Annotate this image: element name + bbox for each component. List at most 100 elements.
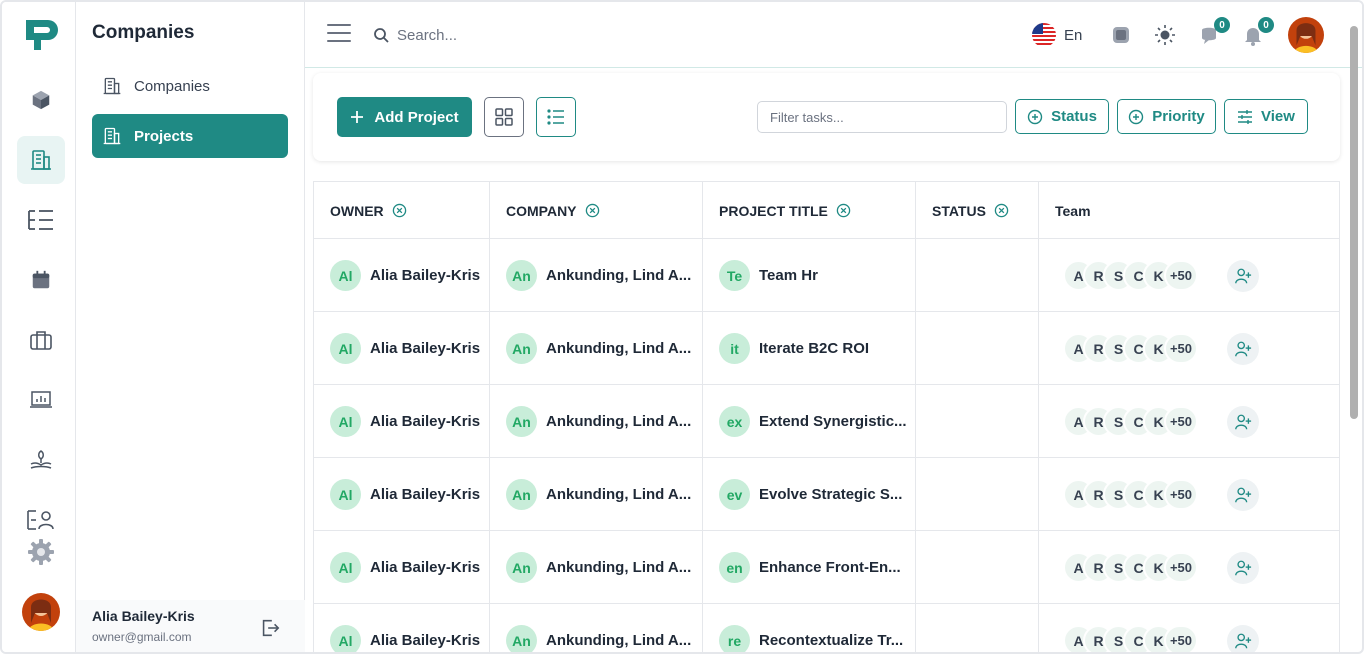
logo-icon[interactable]: [24, 18, 58, 52]
team-cell: A R S C K +50: [1039, 458, 1339, 531]
priority-filter-label: Priority: [1152, 108, 1205, 125]
column-team: Team: [1039, 182, 1339, 239]
project-avatar: ex: [719, 406, 750, 437]
us-flag-icon: [1032, 23, 1056, 47]
status-cell: [916, 239, 1039, 312]
priority-filter-button[interactable]: Priority: [1117, 99, 1216, 134]
table-row[interactable]: Al Alia Bailey-Kris An Ankunding, Lind A...…: [314, 458, 1339, 531]
project-title-cell: en Enhance Front-En...: [703, 531, 916, 604]
project-avatar: re: [719, 625, 750, 652]
owner-name: Alia Bailey-Kris: [370, 559, 481, 576]
team-avatars: A R S C K +50: [1063, 333, 1198, 364]
add-member-button[interactable]: [1227, 624, 1259, 652]
add-member-button[interactable]: [1227, 259, 1259, 292]
sliders-icon: [1238, 109, 1253, 124]
team-more-count[interactable]: +50: [1164, 625, 1198, 652]
add-user-icon: [1235, 633, 1252, 648]
team-avatars: A R S C K +50: [1063, 552, 1198, 583]
team-cell: A R S C K +50: [1039, 239, 1339, 312]
rail-settings[interactable]: [17, 528, 65, 576]
logout-icon[interactable]: [259, 617, 281, 639]
status-cell: [916, 604, 1039, 652]
language-label: En: [1064, 26, 1083, 44]
company-cell: An Ankunding, Lind A...: [490, 385, 703, 458]
rail-tree-list[interactable]: [17, 196, 65, 244]
language-selector[interactable]: En: [1032, 23, 1082, 47]
add-member-button[interactable]: [1227, 405, 1259, 438]
owner-cell: Al Alia Bailey-Kris: [314, 531, 490, 604]
menu-toggle-icon[interactable]: [327, 24, 351, 46]
project-avatar: it: [719, 333, 750, 364]
filter-tasks-input[interactable]: [757, 101, 1007, 133]
project-title[interactable]: Enhance Front-En...: [759, 559, 901, 576]
column-status-label: STATUS: [932, 202, 986, 219]
status-filter-button[interactable]: Status: [1015, 99, 1109, 134]
table-row[interactable]: Al Alia Bailey-Kris An Ankunding, Lind A...…: [314, 312, 1339, 385]
add-member-button[interactable]: [1227, 332, 1259, 365]
messages-button[interactable]: 0: [1198, 17, 1230, 46]
project-title-cell: ex Extend Synergistic...: [703, 385, 916, 458]
rail-calendar[interactable]: [17, 256, 65, 304]
company-avatar: An: [506, 552, 537, 583]
project-title[interactable]: Extend Synergistic...: [759, 413, 907, 430]
list-icon: [547, 109, 564, 125]
rail-hand-plant[interactable]: [17, 436, 65, 484]
close-circle-icon[interactable]: [836, 203, 851, 218]
table-row[interactable]: Al Alia Bailey-Kris An Ankunding, Lind A...…: [314, 385, 1339, 458]
project-title[interactable]: Iterate B2C ROI: [759, 340, 869, 357]
close-circle-icon[interactable]: [392, 203, 407, 218]
project-title[interactable]: Evolve Strategic S...: [759, 486, 902, 503]
owner-cell: Al Alia Bailey-Kris: [314, 604, 490, 652]
column-project-title: PROJECT TITLE: [703, 182, 916, 239]
table-row[interactable]: Al Alia Bailey-Kris An Ankunding, Lind A...…: [314, 239, 1339, 312]
rail-user-avatar[interactable]: [22, 593, 60, 631]
owner-name: Alia Bailey-Kris: [370, 340, 481, 357]
status-cell: [916, 385, 1039, 458]
rail-companies[interactable]: [17, 136, 65, 184]
company-cell: An Ankunding, Lind A...: [490, 531, 703, 604]
project-avatar: en: [719, 552, 750, 583]
nav-item-projects[interactable]: Projects: [92, 114, 288, 158]
header-user-avatar[interactable]: [1288, 17, 1324, 53]
nav-item-companies[interactable]: Companies: [92, 64, 288, 108]
project-title[interactable]: Team Hr: [759, 267, 818, 284]
project-title[interactable]: Recontextualize Tr...: [759, 632, 903, 649]
owner-avatar: Al: [330, 406, 361, 437]
team-more-count[interactable]: +50: [1164, 406, 1198, 437]
add-member-button[interactable]: [1227, 551, 1259, 584]
user-name: Alia Bailey-Kris: [92, 608, 195, 624]
scrollbar-thumb[interactable]: [1350, 26, 1358, 419]
team-more-count[interactable]: +50: [1164, 552, 1198, 583]
owner-name: Alia Bailey-Kris: [370, 413, 481, 430]
table-row[interactable]: Al Alia Bailey-Kris An Ankunding, Lind A...…: [314, 531, 1339, 604]
grid-view-button[interactable]: [484, 97, 524, 137]
owner-avatar: Al: [330, 479, 361, 510]
team-more-count[interactable]: +50: [1164, 479, 1198, 510]
theme-sun-icon[interactable]: [1154, 24, 1176, 46]
icon-rail: [2, 2, 76, 652]
rail-briefcase[interactable]: [17, 316, 65, 364]
notifications-badge: 0: [1258, 17, 1274, 33]
rail-cube[interactable]: [17, 76, 65, 124]
add-project-button[interactable]: Add Project: [337, 97, 472, 137]
add-member-button[interactable]: [1227, 478, 1259, 511]
company-avatar: An: [506, 260, 537, 291]
list-view-button[interactable]: [536, 97, 576, 137]
rail-presentation[interactable]: [17, 376, 65, 424]
status-cell: [916, 312, 1039, 385]
search-input[interactable]: [397, 20, 697, 50]
team-more-count[interactable]: +50: [1164, 260, 1198, 291]
view-options-button[interactable]: View: [1224, 99, 1308, 134]
team-more-count[interactable]: +50: [1164, 333, 1198, 364]
close-circle-icon[interactable]: [994, 203, 1009, 218]
user-profile-box: Alia Bailey-Kris owner@gmail.com: [76, 600, 305, 652]
owner-avatar: Al: [330, 625, 361, 652]
user-email: owner@gmail.com: [92, 630, 192, 644]
nav-item-label: Projects: [134, 127, 194, 145]
add-project-label: Add Project: [374, 108, 459, 126]
fullscreen-icon[interactable]: [1110, 24, 1132, 46]
notifications-button[interactable]: 0: [1242, 17, 1274, 46]
company-avatar: An: [506, 479, 537, 510]
table-row[interactable]: Al Alia Bailey-Kris An Ankunding, Lind A...…: [314, 604, 1339, 652]
close-circle-icon[interactable]: [585, 203, 600, 218]
